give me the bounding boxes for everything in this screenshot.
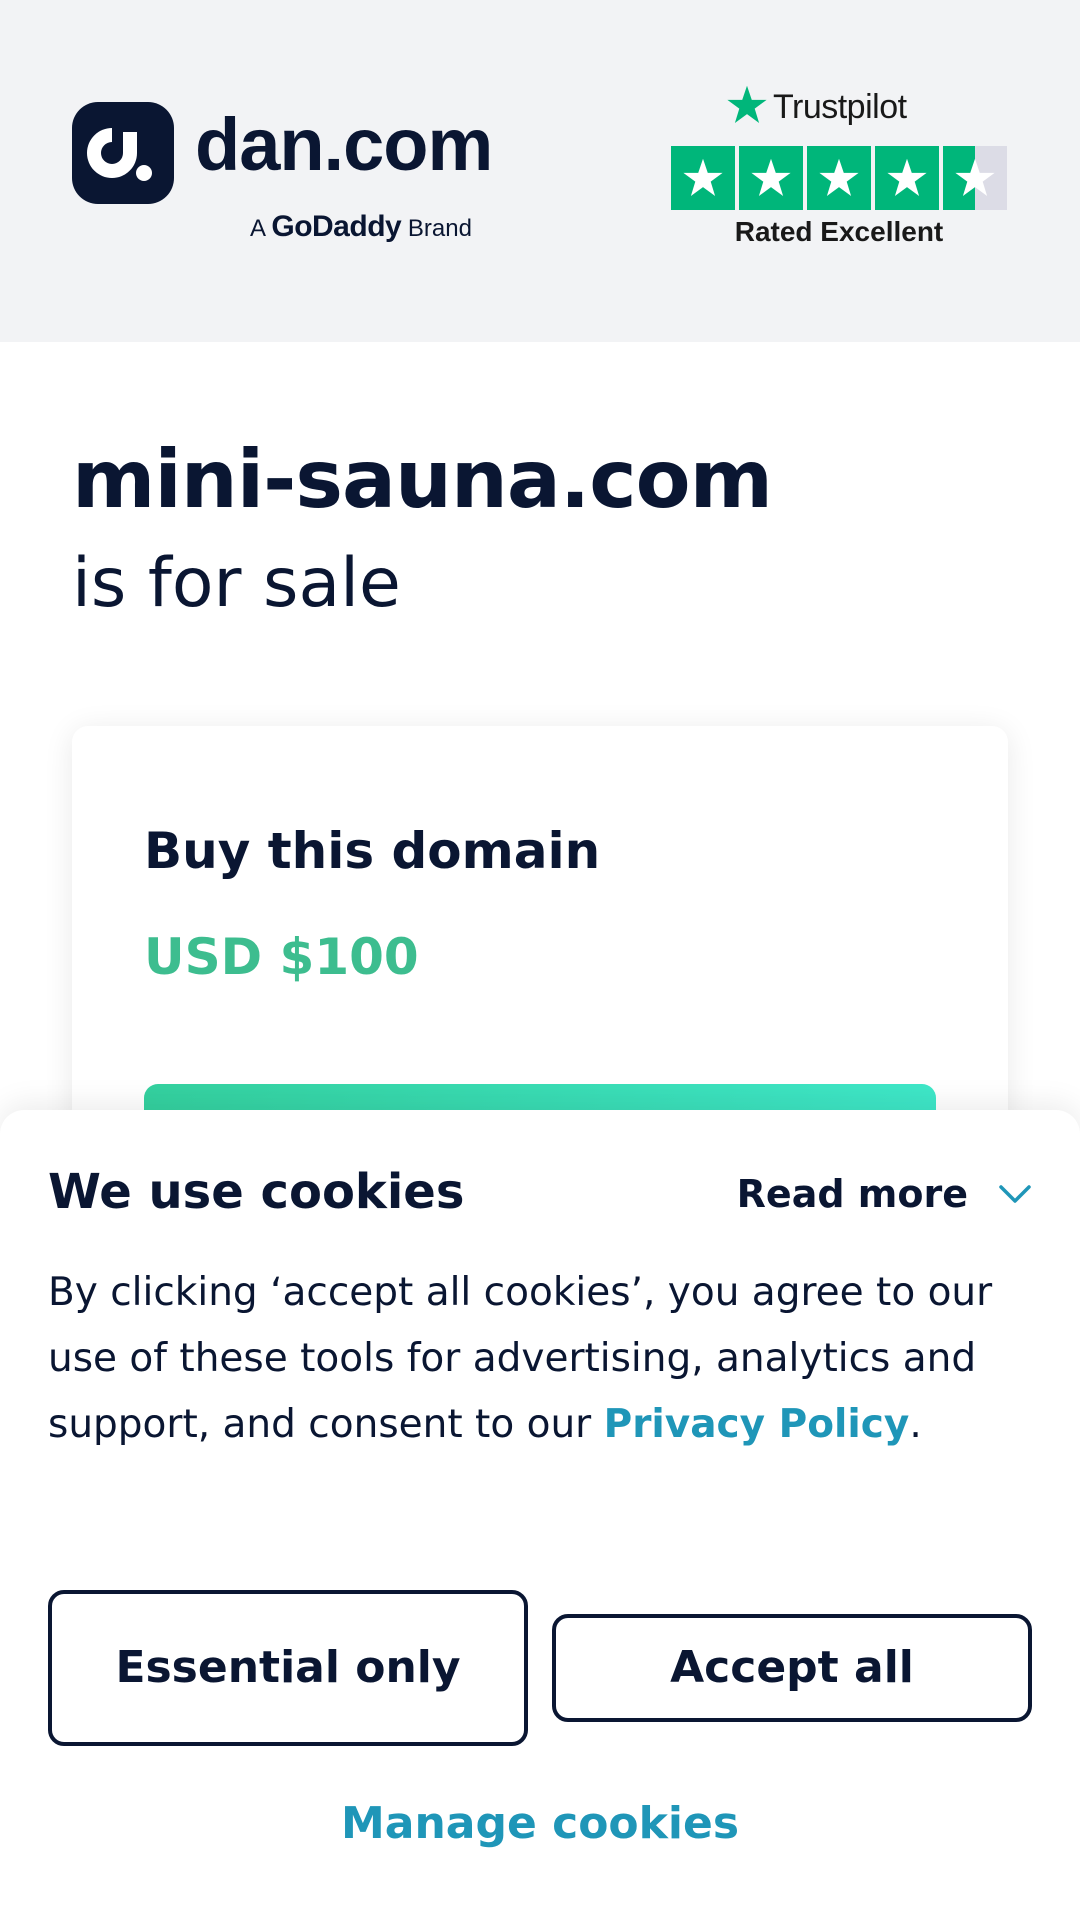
chevron-down-icon: [998, 1184, 1032, 1204]
logo-text[interactable]: dan.com: [195, 108, 493, 182]
dan-logo-icon[interactable]: [72, 102, 174, 204]
trustpilot-header: Trustpilot: [725, 84, 907, 130]
buy-card: Buy this domain USD $100: [72, 726, 1008, 1174]
trustpilot-rating-label: Rated Excellent: [734, 216, 944, 247]
domain-price: USD $100: [144, 928, 419, 986]
read-more-toggle[interactable]: Read more: [737, 1172, 1032, 1216]
manage-cookies-link[interactable]: Manage cookies: [0, 1798, 1080, 1849]
rating-star-icon: [875, 146, 939, 210]
brand-suffix: Brand: [407, 215, 472, 242]
rating-star-icon: [739, 146, 803, 210]
rating-star-icon: [807, 146, 871, 210]
rating-star-icon: [671, 146, 735, 210]
accept-all-button[interactable]: Accept all: [552, 1614, 1032, 1722]
cookie-description: By clicking ‘accept all cookies’, you ag…: [48, 1260, 1038, 1458]
domain-name: mini-sauna.com: [72, 433, 773, 526]
godaddy-brand-tagline: A GoDaddy Brand: [250, 210, 472, 244]
essential-only-button[interactable]: Essential only: [48, 1590, 528, 1746]
site-header: dan.com A GoDaddy Brand Trustpilot Rated…: [0, 0, 1080, 342]
buy-card-title: Buy this domain: [144, 822, 601, 880]
privacy-policy-link[interactable]: Privacy Policy: [604, 1402, 910, 1447]
cookie-body-end: .: [909, 1402, 922, 1447]
godaddy-wordmark: GoDaddy: [271, 210, 402, 243]
trustpilot-name: Trustpilot: [773, 87, 907, 126]
cookie-banner-title: We use cookies: [48, 1164, 465, 1220]
half-star-icon: [943, 146, 1007, 210]
trustpilot-rating-stars[interactable]: [671, 146, 1007, 210]
sale-status: is for sale: [72, 544, 401, 623]
page: dan.com A GoDaddy Brand Trustpilot Rated…: [0, 0, 1080, 1920]
read-more-label: Read more: [736, 1172, 968, 1216]
cookie-banner: We use cookies Read more By clicking ‘ac…: [0, 1110, 1080, 1920]
star-icon: [725, 83, 769, 131]
brand-prefix: A: [250, 215, 265, 242]
